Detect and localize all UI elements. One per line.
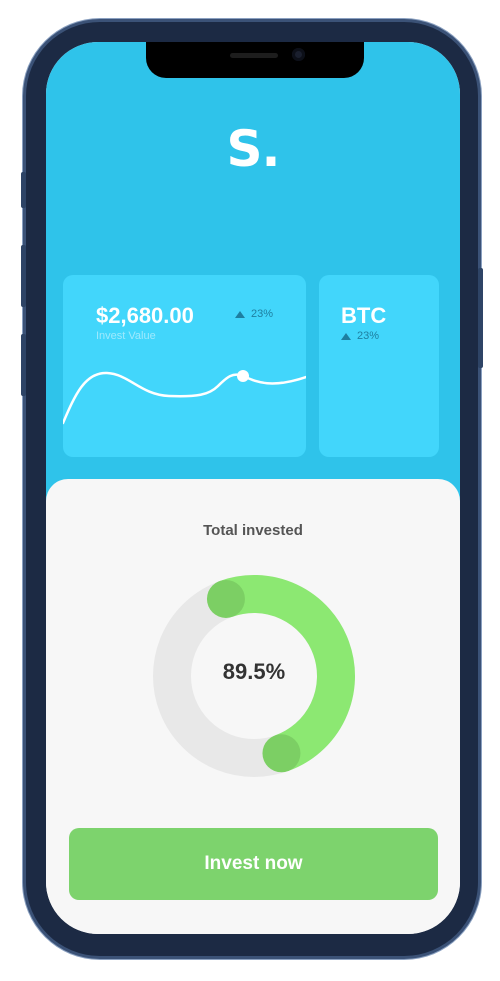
invest-value-card[interactable]: $2,680.00 Invest Value 23% [63,275,306,457]
volume-down-button [21,334,26,396]
front-camera [292,48,305,61]
btc-card[interactable]: BTC 23% [319,275,439,457]
donut-cap-start [206,579,245,618]
power-button [478,268,483,368]
invest-value: $2,680.00 [96,303,194,328]
mute-switch [21,172,26,208]
phone-screen: S. $2,680.00 Invest Value 23% BTC 23% To… [46,42,460,934]
invest-change: 23% [235,308,273,320]
invest-value-label: Invest Value [96,330,156,342]
btc-title: BTC [341,303,387,328]
invest-now-button[interactable]: Invest now [69,828,438,900]
trend-up-icon [341,332,351,340]
notch [146,42,364,78]
btc-change: 23% [341,330,379,342]
header-area: S. $2,680.00 Invest Value 23% BTC 23% [46,42,460,512]
volume-up-button [21,245,26,307]
btc-change-text: 23% [357,330,380,342]
donut-cap-end [262,734,301,773]
bottom-sheet: Total invested 89.5% Invest now [46,479,460,934]
app-logo: S. [226,120,280,178]
sparkline-marker [237,370,249,382]
total-invested-percent: 89.5% [222,659,286,684]
speaker-grille [230,53,278,58]
trend-up-icon [235,310,245,318]
invest-change-text: 23% [251,308,274,320]
total-invested-title: Total invested [203,522,303,539]
sparkline-path [63,371,306,425]
sparkline-chart [63,370,306,425]
